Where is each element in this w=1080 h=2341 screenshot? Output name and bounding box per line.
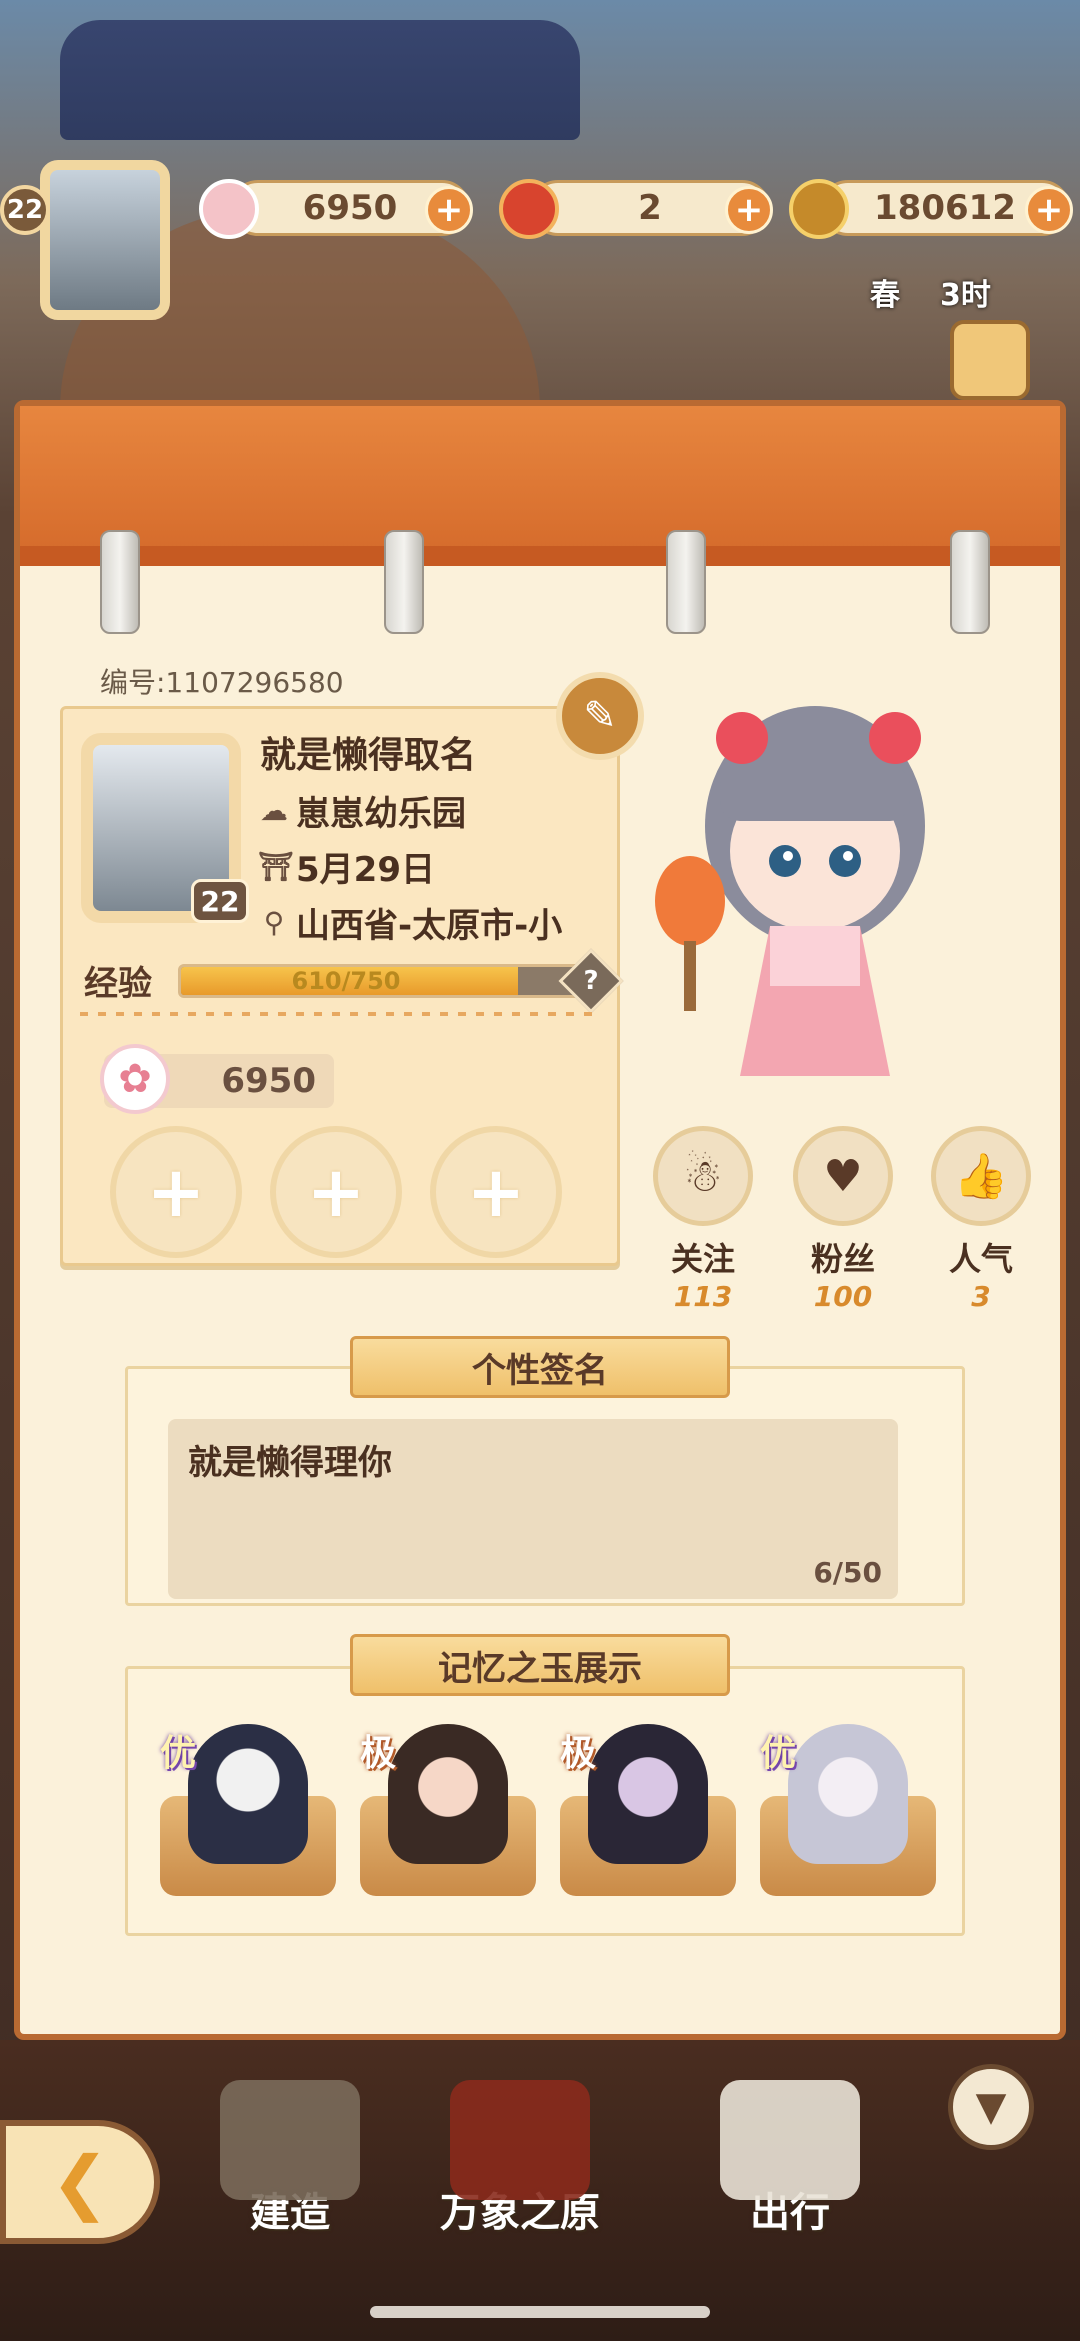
panel-header — [20, 406, 1060, 566]
coin-count: 180612 — [874, 188, 1016, 228]
shikigami-portrait — [188, 1724, 308, 1864]
fans-stat[interactable]: ♥ 粉丝 100 — [788, 1126, 898, 1313]
fans-label: 粉丝 — [810, 1240, 875, 1278]
memory-title: 记忆之玉展示 — [350, 1634, 730, 1696]
popularity-stat[interactable]: 👍 人气 3 — [926, 1126, 1036, 1313]
dotted-divider — [80, 1012, 600, 1016]
flower-count: 6950 — [302, 188, 398, 228]
signature-char-count: 6/50 — [813, 1556, 882, 1589]
season-label: 春 — [870, 278, 900, 313]
ticket-count: 2 — [638, 188, 662, 228]
popularity-count: 3 — [971, 1280, 991, 1313]
signature-input[interactable]: 就是懒得理你 6/50 — [168, 1419, 898, 1599]
binder-ring — [376, 530, 434, 642]
hammer-icon — [220, 2080, 360, 2200]
profile-level-badge: 22 — [191, 879, 249, 923]
shikigami-portrait — [788, 1724, 908, 1864]
add-badge-slot[interactable]: + — [270, 1126, 402, 1258]
back-arrow-icon: ❮ — [50, 2141, 110, 2223]
add-ticket-button[interactable]: + — [725, 186, 773, 234]
rarity-tag: 优 — [160, 1733, 197, 1774]
rarity-tag: 极 — [360, 1733, 397, 1774]
location-row: ⚲ 山西省-太原市-小 — [258, 898, 598, 947]
collapse-button[interactable]: ▼ — [948, 2064, 1034, 2150]
nickname: 就是懒得取名 — [260, 735, 477, 776]
add-flower-button[interactable]: + — [425, 186, 473, 234]
follow-count: 113 — [673, 1280, 733, 1313]
player-character[interactable] — [650, 676, 980, 1096]
hud-level-badge: 22 — [0, 185, 50, 235]
fans-icon: ♥ — [793, 1126, 893, 1226]
ticket-resource: 2 + — [499, 179, 773, 239]
exp-value: 610/750 — [291, 967, 401, 995]
nav-world[interactable]: 万象之原 — [440, 2080, 600, 2238]
birthday: 5月29日 — [296, 850, 435, 890]
memory-item[interactable]: 极 — [360, 1724, 536, 1896]
tree-icon: ☁ — [260, 794, 288, 827]
shikigami-portrait — [388, 1724, 508, 1864]
back-button[interactable]: ❮ — [0, 2120, 160, 2244]
flower-resource: 6950 + — [199, 179, 473, 239]
time-label: 3时 — [940, 278, 991, 313]
guild-row: ☁ 崽崽幼乐园 — [258, 786, 598, 835]
rabbit-icon — [720, 2080, 860, 2200]
torii-gate-icon — [450, 2080, 590, 2200]
follow-label: 关注 — [670, 1240, 735, 1278]
home-indicator[interactable] — [370, 2306, 710, 2318]
edit-profile-button[interactable]: ✎ — [556, 672, 644, 760]
binder-ring — [658, 530, 716, 642]
add-badge-slot[interactable]: + — [430, 1126, 562, 1258]
sakura-icon: ✿ — [100, 1044, 170, 1114]
question-icon: ? — [583, 966, 599, 996]
signature-text: 就是懒得理你 — [188, 1443, 392, 1483]
birthday-row: ⛩ 5月29日 — [258, 842, 598, 891]
exp-label: 经验 — [84, 964, 152, 1004]
exp-bar: 610/750 — [178, 964, 598, 998]
coin-resource: 180612 + — [789, 179, 1073, 239]
binder-ring — [92, 530, 150, 642]
nav-travel[interactable]: 出行 — [720, 2080, 860, 2238]
pencil-icon: ✎ — [583, 693, 617, 739]
profile-panel: 编号:1107296580 22 ✎ 就是懒得取名 ☁ 崽崽幼乐园 ⛩ 5月29… — [14, 400, 1066, 2040]
player-id[interactable]: 编号:1107296580 — [100, 661, 344, 701]
cake-icon: ⛩ — [258, 850, 294, 883]
follow-icon: ☃ — [653, 1126, 753, 1226]
shikigami-portrait — [588, 1724, 708, 1864]
follow-stat[interactable]: ☃ 关注 113 — [648, 1126, 758, 1313]
rarity-tag: 极 — [560, 1733, 597, 1774]
thumbs-up-icon: 👍 — [931, 1126, 1031, 1226]
log-book-button[interactable] — [950, 320, 1030, 400]
binder-ring — [942, 530, 1000, 642]
fans-count: 100 — [813, 1280, 873, 1313]
sakura-icon — [199, 179, 259, 239]
rarity-tag: 优 — [760, 1733, 797, 1774]
nav-build[interactable]: 建造 — [220, 2080, 360, 2238]
location: 山西省-太原市-小 — [296, 906, 563, 946]
memory-item[interactable]: 优 — [760, 1724, 936, 1896]
shrine-roof — [60, 20, 580, 140]
signature-title: 个性签名 — [350, 1336, 730, 1398]
popularity-label: 人气 — [948, 1240, 1013, 1278]
memory-item[interactable]: 优 — [160, 1724, 336, 1896]
chevron-down-icon: ▼ — [975, 2084, 1007, 2130]
location-pin-icon: ⚲ — [263, 906, 285, 939]
add-badge-slot[interactable]: + — [110, 1126, 242, 1258]
ticket-icon — [499, 179, 559, 239]
guild-name: 崽崽幼乐园 — [296, 794, 466, 834]
coin-icon — [789, 179, 849, 239]
signature-box: 就是懒得理你 6/50 — [125, 1366, 965, 1606]
memory-item[interactable]: 极 — [560, 1724, 736, 1896]
hud-avatar[interactable] — [40, 160, 170, 320]
add-coin-button[interactable]: + — [1025, 186, 1073, 234]
